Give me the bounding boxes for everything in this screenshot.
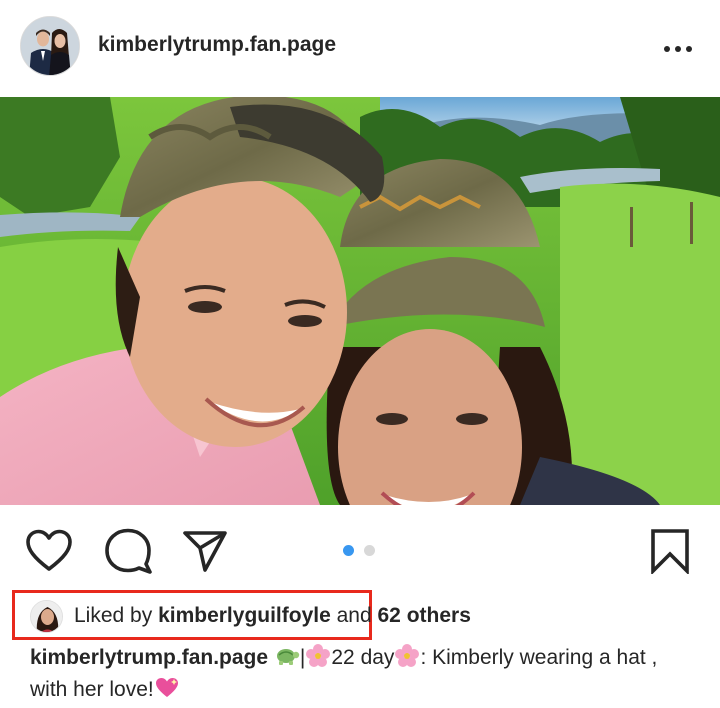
- post-caption: kimberlytrump.fan.page | 22 day: Kimber…: [30, 643, 700, 707]
- carousel-dot-active[interactable]: [343, 545, 354, 556]
- sparkling-heart-emoji-icon: [154, 677, 180, 707]
- caption-text-1: 22 day: [331, 646, 395, 669]
- paper-plane-icon[interactable]: [182, 529, 228, 578]
- turtle-emoji-icon: [274, 645, 300, 675]
- bookmark-icon[interactable]: [650, 528, 690, 579]
- ellipsis-icon[interactable]: [658, 42, 698, 54]
- likes-count[interactable]: 62 others: [378, 604, 471, 628]
- liked-middle: and: [330, 604, 378, 627]
- post-actions: [0, 505, 720, 595]
- liker-username[interactable]: kimberlyguilfoyle: [158, 604, 331, 628]
- liked-prefix: Liked by: [74, 604, 159, 627]
- carousel-indicator: [343, 545, 377, 557]
- post-photo[interactable]: [0, 97, 720, 505]
- post-username[interactable]: kimberlytrump.fan.page: [98, 33, 336, 57]
- profile-avatar[interactable]: [20, 16, 80, 76]
- heart-icon[interactable]: [25, 529, 73, 578]
- liked-by: Liked by kimberlyguilfoyle and 62 others: [30, 598, 471, 634]
- caption-username[interactable]: kimberlytrump.fan.page: [30, 646, 268, 669]
- liker-avatar[interactable]: [30, 599, 63, 633]
- blossom-emoji-icon: [394, 643, 420, 675]
- comment-icon[interactable]: [104, 528, 152, 579]
- blossom-emoji-icon: [305, 643, 331, 675]
- carousel-dot[interactable]: [364, 545, 375, 556]
- post-header: kimberlytrump.fan.page: [0, 0, 720, 96]
